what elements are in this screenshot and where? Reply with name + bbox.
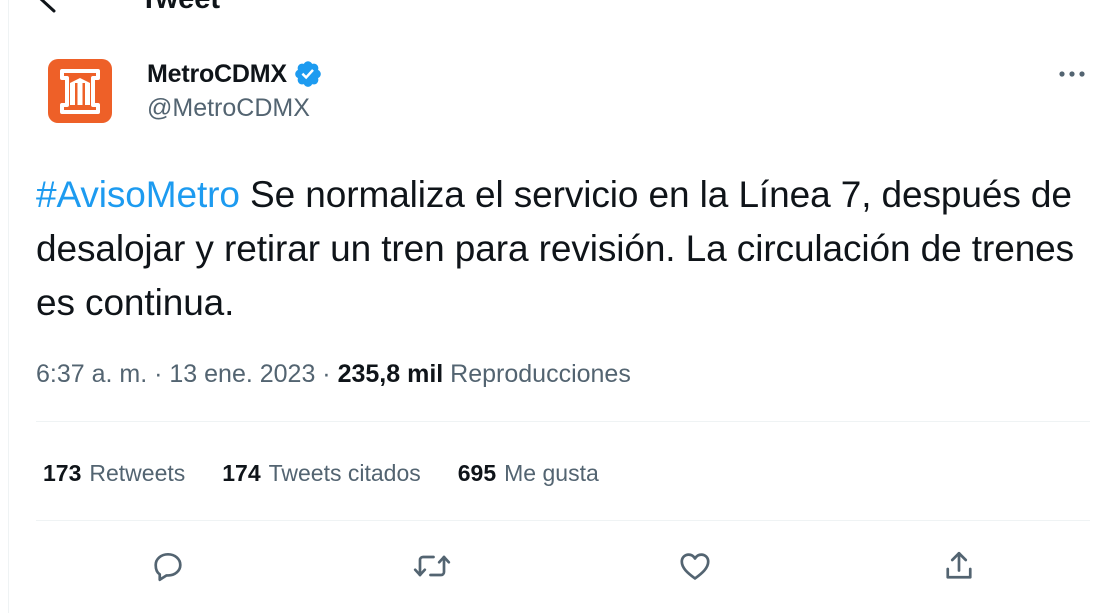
display-name[interactable]: MetroCDMX	[147, 60, 287, 89]
tweet-meta: 6:37 a. m. · 13 ene. 2023 · 235,8 mil Re…	[36, 356, 631, 392]
tweet-page: Tweet MetroCDMX @MetroCDMX	[0, 0, 1120, 613]
timestamp[interactable]: 6:37 a. m. · 13 ene. 2023 ·	[36, 360, 338, 388]
retweet-icon	[413, 555, 451, 577]
arrow-left-icon[interactable]	[34, 0, 64, 14]
divider	[36, 520, 1090, 521]
stat-count: 695	[457, 459, 497, 486]
column-border	[8, 0, 9, 613]
share-icon	[946, 551, 972, 579]
author-name-row[interactable]: MetroCDMX	[147, 58, 323, 90]
like-icon	[680, 553, 710, 580]
stat-count: 173	[43, 459, 82, 486]
stat-retweets[interactable]: 173 Retweets	[43, 460, 185, 487]
tweet-stats: 173 Retweets 174 Tweets citados 695 Me g…	[43, 454, 636, 492]
stat-label: Me gusta	[504, 459, 599, 486]
tweet-text: #AvisoMetro Se normaliza el servicio en …	[36, 168, 1096, 330]
verified-badge-icon	[293, 59, 323, 89]
like-button[interactable]	[673, 544, 717, 588]
stat-count: 174	[222, 459, 261, 486]
stat-likes[interactable]: 695 Me gusta	[458, 460, 599, 487]
page-title: Tweet	[140, 0, 220, 14]
more-options-icon[interactable]	[1056, 62, 1088, 86]
views-label: Reproducciones	[443, 360, 631, 388]
avatar[interactable]	[48, 59, 112, 123]
reply-icon	[154, 552, 182, 582]
stat-quote-tweets[interactable]: 174 Tweets citados	[222, 460, 421, 487]
page-header: Tweet	[0, 0, 1120, 14]
divider	[36, 421, 1090, 422]
stat-label: Tweets citados	[268, 459, 421, 486]
views-count: 235,8 mil	[337, 360, 444, 388]
stat-label: Retweets	[89, 459, 186, 486]
retweet-button[interactable]	[410, 544, 454, 588]
hashtag-link[interactable]: #AvisoMetro	[36, 174, 240, 215]
share-button[interactable]	[937, 544, 981, 588]
author-handle[interactable]: @MetroCDMX	[147, 94, 310, 123]
reply-button[interactable]	[146, 544, 190, 588]
metro-logo-icon	[60, 69, 100, 114]
